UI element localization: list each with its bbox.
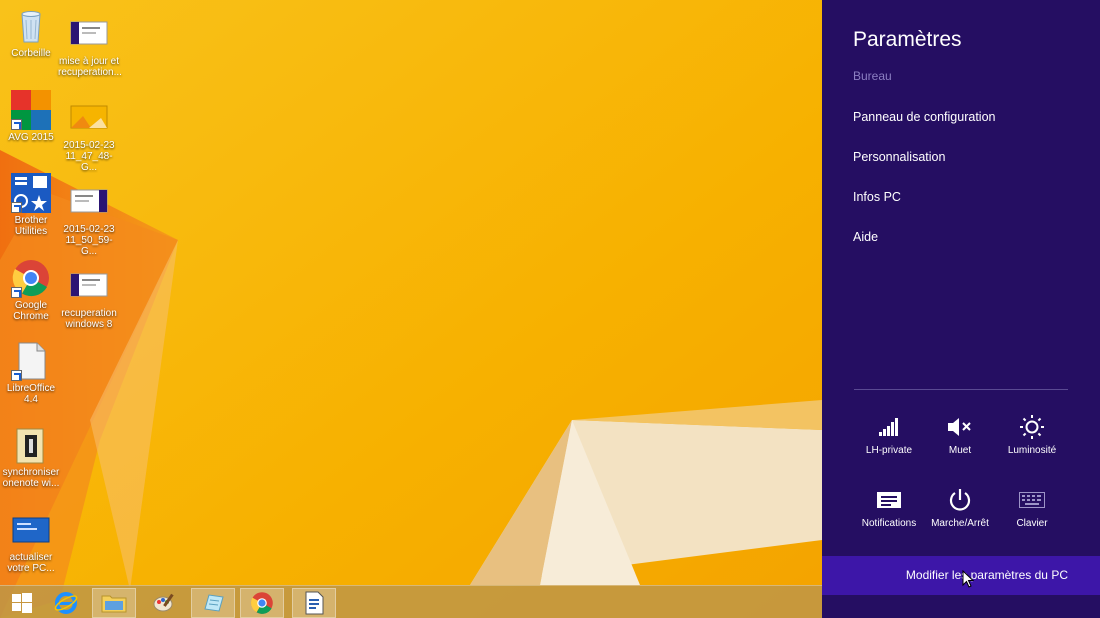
taskbar xyxy=(0,585,822,618)
wifi-signal-icon xyxy=(854,412,924,442)
taskbar-notepad[interactable] xyxy=(191,588,235,618)
desktop-icon-label: Corbeille xyxy=(0,48,62,59)
desktop-icon-label: AVG 2015 xyxy=(0,132,62,143)
settings-title: Paramètres xyxy=(853,28,962,52)
notifications-label: Notifications xyxy=(862,518,916,529)
desktop-icon-google-chrome[interactable]: Google Chrome xyxy=(0,258,62,322)
link-personalization[interactable]: Personnalisation xyxy=(853,150,945,164)
desktop-icon-avg[interactable]: AVG 2015 xyxy=(0,90,62,143)
power-label: Marche/Arrêt xyxy=(931,518,989,529)
taskbar-google-chrome[interactable] xyxy=(240,588,284,618)
desktop-icon-libreoffice[interactable]: LibreOffice 4.4 xyxy=(0,341,62,405)
internet-explorer-icon xyxy=(54,591,78,615)
link-control-panel[interactable]: Panneau de configuration xyxy=(853,110,995,124)
change-pc-settings-label: Modifier les paramètres du PC xyxy=(906,568,1068,582)
power-button[interactable]: Marche/Arrêt xyxy=(925,485,995,529)
desktop-icon-label: Google Chrome xyxy=(0,300,62,322)
link-pc-info[interactable]: Infos PC xyxy=(853,190,901,204)
desktop-icon-label: synchroniser onenote wi... xyxy=(0,467,62,489)
document-icon xyxy=(303,591,325,615)
keyboard-button[interactable]: Clavier xyxy=(997,485,1067,529)
start-button[interactable] xyxy=(0,588,44,618)
windows-logo-icon xyxy=(11,592,33,614)
recycle-bin-icon xyxy=(11,6,51,46)
notepad-icon xyxy=(201,591,225,615)
brother-utilities-icon xyxy=(11,173,51,213)
taskbar-file-explorer[interactable] xyxy=(92,588,136,618)
libreoffice-icon xyxy=(11,341,51,381)
settings-context-label: Bureau xyxy=(853,69,892,83)
image-file-icon xyxy=(69,14,109,54)
desktop-icon-recycle-bin[interactable]: Corbeille xyxy=(0,6,62,59)
power-icon xyxy=(925,485,995,515)
brightness-icon xyxy=(997,412,1067,442)
brightness-label: Luminosité xyxy=(1008,445,1056,456)
keyboard-label: Clavier xyxy=(1016,518,1047,529)
image-file-icon xyxy=(69,182,109,222)
speaker-muted-icon xyxy=(925,412,995,442)
notifications-button[interactable]: Notifications xyxy=(854,485,924,529)
desktop-wallpaper[interactable] xyxy=(0,0,822,618)
taskbar-wordpad[interactable] xyxy=(292,588,336,618)
desktop-icon-recuperation-windows-8[interactable]: recuperation windows 8 xyxy=(58,266,120,330)
desktop-icon-mise-a-jour[interactable]: mise à jour et recuperation... xyxy=(58,14,120,78)
desktop-icon-actualiser-votre-pc[interactable]: actualiser votre PC... xyxy=(0,510,62,574)
desktop-icon-label: actualiser votre PC... xyxy=(0,552,62,574)
desktop-icon-label: recuperation windows 8 xyxy=(58,308,120,330)
notifications-icon xyxy=(854,485,924,515)
taskbar-internet-explorer[interactable] xyxy=(44,588,88,618)
desktop-icon-brother-utilities[interactable]: Brother Utilities xyxy=(0,173,62,237)
folder-icon xyxy=(101,592,127,614)
image-file-icon xyxy=(11,510,51,550)
batch-file-icon xyxy=(11,425,51,465)
paint-icon xyxy=(152,591,176,615)
brightness-button[interactable]: Luminosité xyxy=(997,412,1067,456)
network-label: LH-private xyxy=(866,445,912,456)
image-file-icon xyxy=(69,98,109,138)
chrome-icon xyxy=(250,591,274,615)
keyboard-icon xyxy=(997,485,1067,515)
link-help[interactable]: Aide xyxy=(853,230,878,244)
network-button[interactable]: LH-private xyxy=(854,412,924,456)
avg-antivirus-icon xyxy=(11,90,51,130)
settings-charm-panel: Paramètres Bureau Panneau de configurati… xyxy=(822,0,1100,618)
desktop-icon-label: 2015-02-23 11_50_59-G... xyxy=(58,224,120,257)
desktop-icon-screenshot-1[interactable]: 2015-02-23 11_47_48-G... xyxy=(58,98,120,173)
change-pc-settings-button[interactable]: Modifier les paramètres du PC xyxy=(822,556,1100,595)
desktop-icon-label: LibreOffice 4.4 xyxy=(0,383,62,405)
wallpaper-graphic xyxy=(0,0,822,618)
desktop-icon-label: mise à jour et recuperation... xyxy=(58,56,120,78)
desktop-icon-label: 2015-02-23 11_47_48-G... xyxy=(58,140,120,173)
volume-label: Muet xyxy=(949,445,971,456)
image-file-icon xyxy=(69,266,109,306)
volume-button[interactable]: Muet xyxy=(925,412,995,456)
desktop-icon-synchroniser-onenote[interactable]: synchroniser onenote wi... xyxy=(0,425,62,489)
mouse-cursor-icon xyxy=(962,570,974,592)
desktop-icon-label: Brother Utilities xyxy=(0,215,62,237)
chrome-icon xyxy=(11,258,51,298)
separator xyxy=(854,389,1068,390)
desktop-icon-screenshot-2[interactable]: 2015-02-23 11_50_59-G... xyxy=(58,182,120,257)
taskbar-paint[interactable] xyxy=(142,588,186,618)
